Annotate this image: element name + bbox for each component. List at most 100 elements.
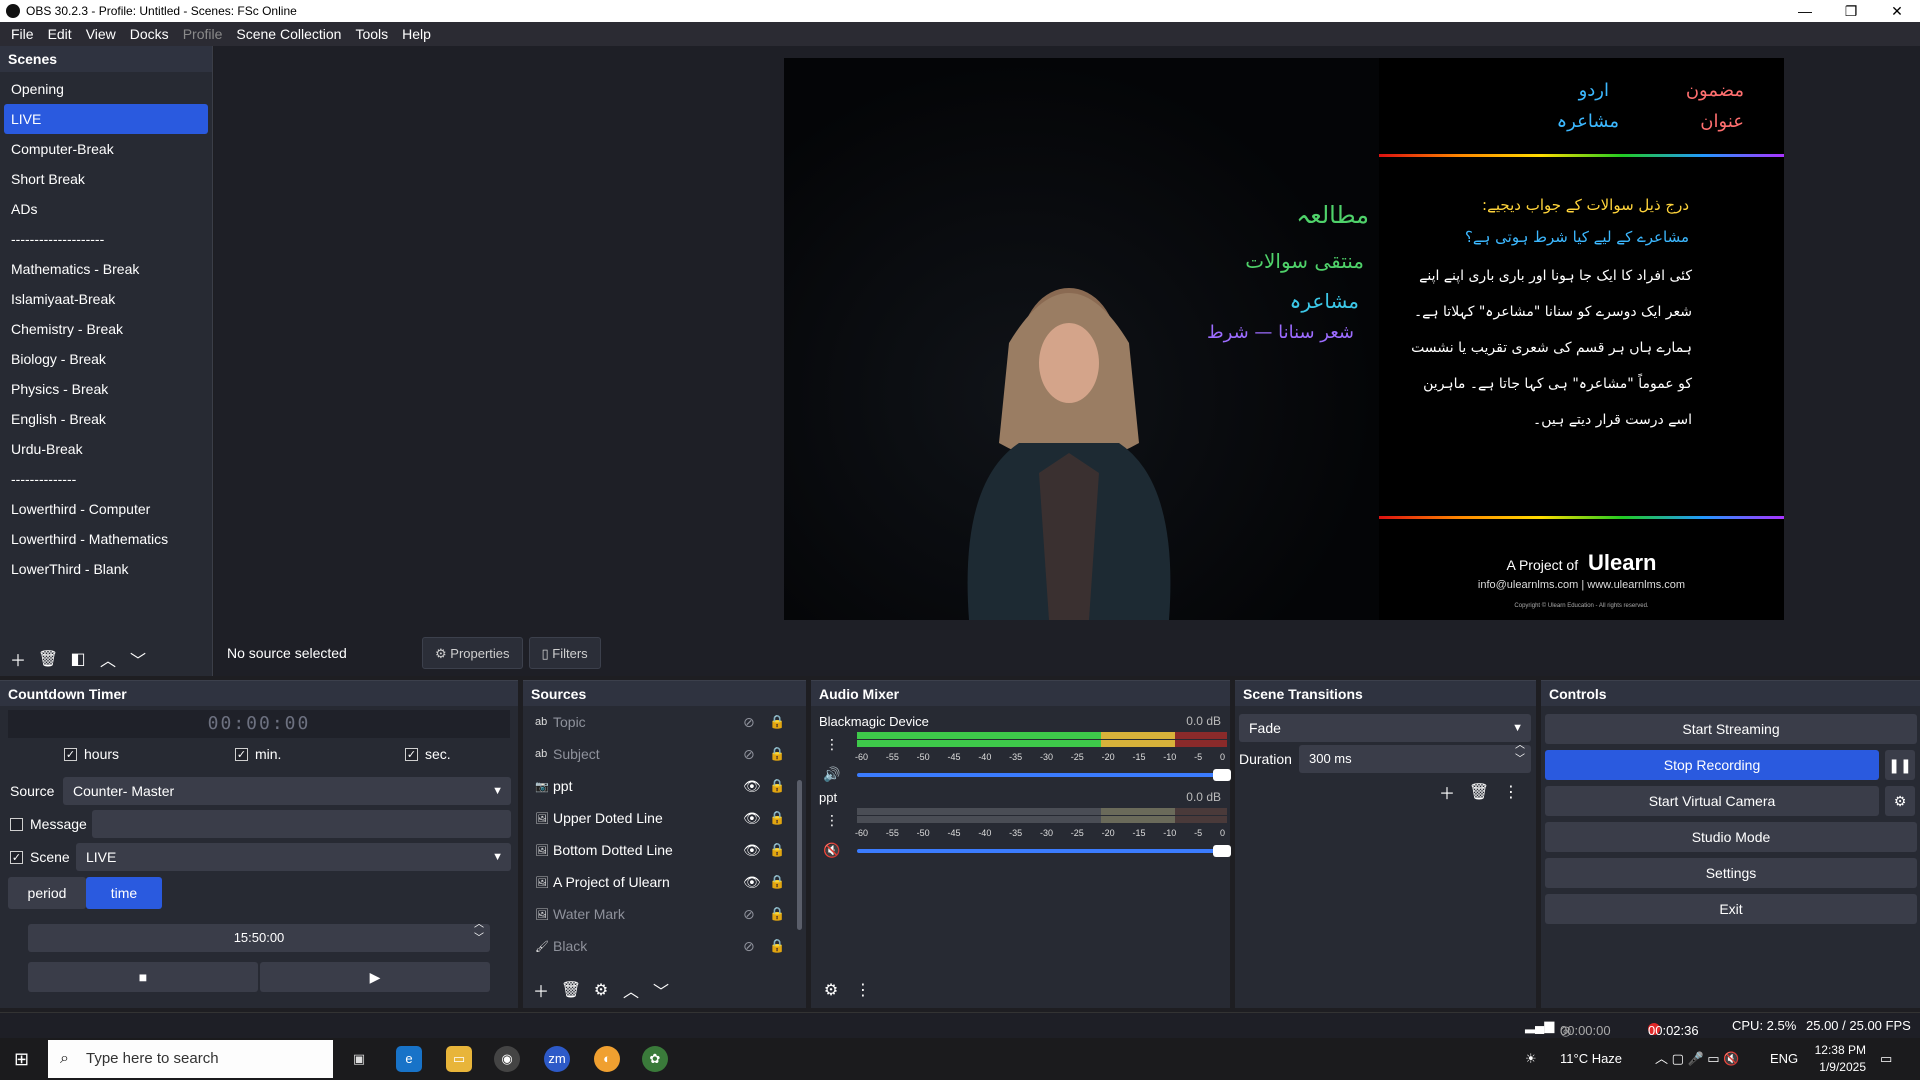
zoom-icon[interactable]: zm	[544, 1046, 570, 1072]
scene-item-active[interactable]: LIVE	[4, 104, 208, 134]
message-checkbox[interactable]: Message	[10, 816, 87, 832]
start-timer-button[interactable]: ▶	[260, 962, 490, 992]
task-view-icon[interactable]: ▣	[346, 1046, 372, 1072]
move-up-icon[interactable]: ︿	[96, 647, 120, 671]
scene-item[interactable]: --------------------	[4, 224, 208, 254]
menu-docks[interactable]: Docks	[123, 26, 176, 42]
studio-mode-button[interactable]: Studio Mode	[1545, 822, 1917, 852]
scene-item[interactable]: Opening	[4, 74, 208, 104]
app-icon[interactable]: ✿	[642, 1046, 668, 1072]
slide-body: کئی افراد کا ایک جا ہونا اور باری باری ا…	[1411, 268, 1692, 428]
move-down-icon[interactable]: ﹀	[126, 647, 150, 671]
taskbar-search[interactable]: ⌕ Type here to search	[48, 1040, 333, 1078]
scene-item[interactable]: ADs	[4, 194, 208, 224]
exit-button[interactable]: Exit	[1545, 894, 1917, 924]
scene-item[interactable]: Lowerthird - Computer	[4, 494, 208, 524]
scene-item[interactable]: Mathematics - Break	[4, 254, 208, 284]
scene-checkbox[interactable]: ✓ Scene	[10, 849, 70, 865]
min-checkbox[interactable]: ✓ min.	[235, 746, 281, 762]
add-scene-icon[interactable]: ＋	[6, 647, 30, 671]
program-canvas[interactable]: مطالعہ منتقی سوالات مشاعرہ شعر سنانا — ش…	[784, 58, 1784, 620]
speaker-muted-icon[interactable]: 🔇	[823, 842, 840, 859]
time-input[interactable]: 15:50:00 ︿ ﹀	[28, 919, 490, 952]
advanced-audio-icon[interactable]: ⚙	[819, 978, 843, 1002]
scene-item[interactable]: Chemistry - Break	[4, 314, 208, 344]
maximize-button[interactable]: ❐	[1828, 0, 1874, 22]
menu-view[interactable]: View	[79, 26, 123, 42]
remove-transition-icon[interactable]: 🗑	[1467, 780, 1491, 804]
source-item-black[interactable]: 🖌 Black ⊘ 🔒	[523, 930, 806, 962]
windows-start-icon[interactable]: ⊞	[14, 1049, 29, 1070]
period-tab[interactable]: period	[8, 877, 86, 909]
menu-profile[interactable]: Profile	[176, 26, 230, 42]
transition-select[interactable]: Fade ▼	[1239, 714, 1531, 742]
channel-menu-icon[interactable]: ⋮	[825, 736, 839, 753]
mixer-menu-icon[interactable]: ⋮	[851, 978, 875, 1002]
source-item-water-mark[interactable]: 🖼 Water Mark ⊘ 🔒	[523, 898, 806, 930]
pause-icon[interactable]: ❚❚	[1885, 750, 1915, 780]
source-item-upper-doted-line[interactable]: 🖼 Upper Doted Line 👁 🔒	[523, 802, 806, 834]
transition-menu-icon[interactable]: ⋮	[1499, 780, 1523, 804]
menu-tools[interactable]: Tools	[348, 26, 395, 42]
menu-edit[interactable]: Edit	[41, 26, 79, 42]
stop-timer-button[interactable]: ■	[28, 962, 258, 992]
channel-menu-icon[interactable]: ⋮	[825, 812, 839, 829]
scene-item[interactable]: Short Break	[4, 164, 208, 194]
edge-icon[interactable]: e	[396, 1046, 422, 1072]
browser-icon[interactable]: ◐	[594, 1046, 620, 1072]
source-select[interactable]: Counter- Master ▼	[63, 777, 511, 805]
stop-recording-button[interactable]: Stop Recording	[1545, 750, 1879, 780]
add-transition-icon[interactable]: ＋	[1435, 780, 1459, 804]
tray-icons[interactable]: ︿ ▢ 🎤 ▭ 🔇	[1655, 1038, 1739, 1080]
menu-scene-collection[interactable]: Scene Collection	[229, 26, 348, 42]
gear-icon[interactable]: ⚙	[1885, 786, 1915, 816]
scene-item[interactable]: English - Break	[4, 404, 208, 434]
settings-button[interactable]: Settings	[1545, 858, 1917, 888]
source-item-subject[interactable]: ab Subject ⊘ 🔒	[523, 738, 806, 770]
scene-filters-icon[interactable]: ◧	[66, 647, 90, 671]
notification-icon[interactable]: ▭	[1880, 1038, 1892, 1080]
scene-item[interactable]: Lowerthird - Mathematics	[4, 524, 208, 554]
sec-checkbox[interactable]: ✓ sec.	[405, 746, 451, 762]
menu-file[interactable]: File	[4, 26, 41, 42]
source-item-topic[interactable]: ab Topic ⊘ 🔒	[523, 706, 806, 738]
obs-taskbar-icon[interactable]: ◉	[494, 1046, 520, 1072]
filters-button[interactable]: ▯ Filters	[528, 637, 601, 669]
close-button[interactable]: ✕	[1874, 0, 1920, 22]
source-item-bottom-dotted-line[interactable]: 🖼 Bottom Dotted Line 👁 🔒	[523, 834, 806, 866]
scene-select[interactable]: LIVE ▼	[76, 843, 511, 871]
language-indicator[interactable]: ENG	[1770, 1038, 1798, 1080]
scene-item[interactable]: Biology - Break	[4, 344, 208, 374]
minimize-button[interactable]: —	[1782, 0, 1828, 22]
remove-source-icon[interactable]: 🗑	[559, 978, 583, 1002]
message-field[interactable]	[92, 810, 511, 838]
duration-input[interactable]: 300 ms ︿ ﹀	[1299, 740, 1531, 773]
menu-help[interactable]: Help	[395, 26, 438, 42]
scene-item[interactable]: Physics - Break	[4, 374, 208, 404]
start-virtual-camera-button[interactable]: Start Virtual Camera	[1545, 786, 1879, 816]
scene-item[interactable]: --------------	[4, 464, 208, 494]
file-explorer-icon[interactable]: ▭	[446, 1046, 472, 1072]
volume-slider[interactable]	[857, 769, 1231, 781]
taskbar-clock[interactable]: 12:38 PM 1/9/2025	[1815, 1042, 1866, 1076]
scene-item[interactable]: Computer-Break	[4, 134, 208, 164]
volume-slider[interactable]	[857, 845, 1231, 857]
source-item-project-of-ulearn[interactable]: 🖼 A Project of Ulearn 👁 🔒	[523, 866, 806, 898]
scene-item[interactable]: LowerThird - Blank	[4, 554, 208, 584]
move-up-icon[interactable]: ︿	[619, 978, 643, 1002]
upper-dotted-line	[1379, 154, 1784, 157]
speaker-icon[interactable]: 🔊	[823, 766, 840, 783]
start-streaming-button[interactable]: Start Streaming	[1545, 714, 1917, 744]
scene-item[interactable]: Urdu-Break	[4, 434, 208, 464]
move-down-icon[interactable]: ﹀	[649, 978, 673, 1002]
hours-checkbox[interactable]: ✓ hours	[64, 746, 119, 762]
properties-button[interactable]: ⚙ Properties	[422, 637, 523, 669]
source-item-ppt[interactable]: 📷 ppt 👁 🔒	[523, 770, 806, 802]
preview-area[interactable]: مطالعہ منتقی سوالات مشاعرہ شعر سنانا — ش…	[214, 46, 1920, 630]
remove-scene-icon[interactable]: 🗑	[36, 647, 60, 671]
sources-scrollbar[interactable]	[797, 780, 802, 930]
scene-item[interactable]: Islamiyaat-Break	[4, 284, 208, 314]
time-tab[interactable]: time	[86, 877, 162, 909]
source-properties-icon[interactable]: ⚙	[589, 978, 613, 1002]
add-source-icon[interactable]: ＋	[529, 978, 553, 1002]
